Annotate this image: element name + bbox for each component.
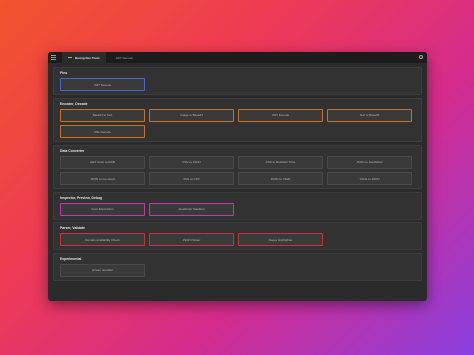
section-title: Pins (60, 71, 68, 75)
tool-button-csv-to-rockstar-trino[interactable]: CSV to Rockstar Trino (238, 155, 323, 169)
section-title: Experimental (60, 256, 82, 261)
app-window: Boring Dev Tools JWT Decode Pins JWT Dec… (48, 52, 427, 301)
tool-button-json-to-go-struct[interactable]: JSON to Go struct (60, 172, 145, 185)
tool-button-jwt-decode[interactable]: JWT Decode (238, 108, 323, 122)
tool-button-json-to-javascript[interactable]: JSON to JavaScript (327, 155, 412, 169)
tool-button-regex-highlighter[interactable]: Regex Highlighter (238, 233, 323, 246)
tool-button-url-decode[interactable]: URL Decode (60, 125, 145, 138)
tool-button-domain-availability-check[interactable]: Domain Availability Check (60, 233, 145, 246)
tool-button-javascript-sandbox[interactable]: JavaScript Sandbox (149, 202, 234, 216)
section-pins: Pins JWT Decode (53, 67, 422, 95)
section-inspector-preview-debug: Inspector, Preview, Debug Cron Expressio… (53, 191, 422, 220)
tool-button-screen-recorder[interactable]: screen recorder (60, 263, 145, 277)
tab-jwt-decode[interactable]: JWT Decode (110, 52, 139, 63)
section-title: Data Converter (60, 148, 85, 153)
menu-icon[interactable] (51, 55, 56, 60)
tab-label: Boring Dev Tools (75, 55, 100, 60)
tool-list: Pins JWT Decode Encoder, Decode Base64 t… (48, 63, 427, 281)
settings-gear-icon[interactable] (419, 55, 423, 59)
tab-boring-dev-tools[interactable]: Boring Dev Tools (62, 52, 106, 63)
tool-button-image-to-base64[interactable]: Image to Base64 (149, 108, 234, 122)
section-title: Encoder, Decode (60, 101, 88, 106)
tab-label: JWT Decode (115, 55, 133, 60)
title-bar: Boring Dev Tools JWT Decode (48, 52, 427, 63)
section-encoder-decode: Encoder, Decode Base64 to Text Image to … (53, 97, 422, 142)
section-title: Inspector, Preview, Debug (60, 195, 103, 200)
tool-button-base64-to-text[interactable]: Base64 to Text (60, 108, 145, 122)
section-experimental: Experimental screen recorder (53, 252, 422, 281)
section-parser-validate: Parser, Validate Domain Availability Che… (53, 222, 422, 250)
section-title: Parser, Validate (60, 226, 86, 230)
app-logo-icon (68, 57, 72, 58)
tool-button-json-to-yaml[interactable]: JSON to YAML (238, 172, 323, 185)
section-data-converter: Data Converter HEX Color to RGB CSV to J… (53, 144, 422, 189)
tool-button-hex-color-to-rgb[interactable]: HEX Color to RGB (60, 155, 145, 169)
tool-button-text-to-base64[interactable]: Text to Base64 (327, 108, 412, 122)
tool-button-xml-to-csv[interactable]: XML to CSV (149, 172, 234, 185)
tool-button-csv-to-json[interactable]: CSV to JSON (149, 155, 234, 169)
tool-button-yaml-to-json[interactable]: YAML to JSON (327, 172, 412, 185)
tool-button-cron-expression[interactable]: Cron Expression (60, 202, 145, 216)
tool-button-jwt-decode-pinned[interactable]: JWT Decode (60, 78, 145, 91)
tool-button-json-parser[interactable]: JSON Parser (149, 233, 234, 246)
